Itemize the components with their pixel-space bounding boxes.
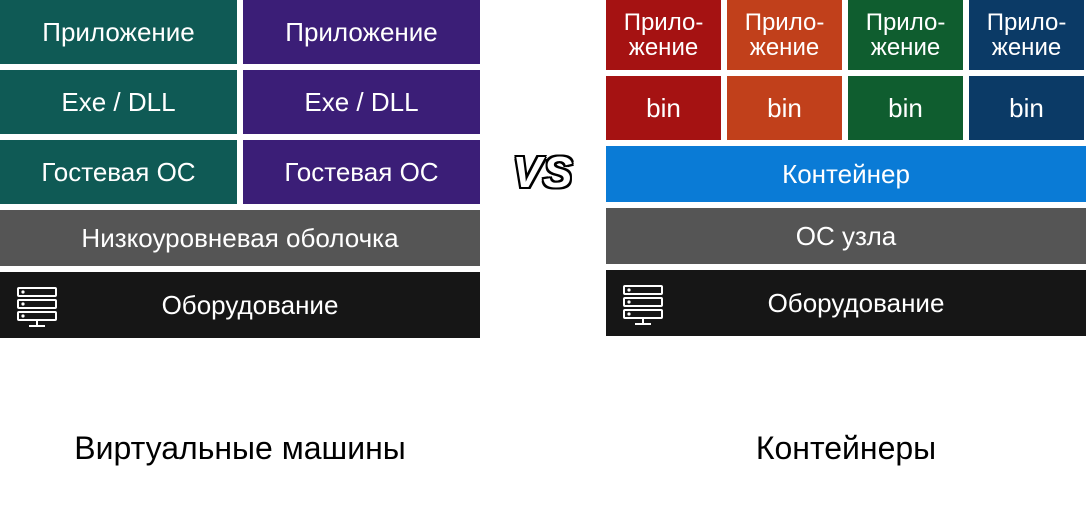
vm2-guestos-block: Гостевая ОС bbox=[243, 140, 480, 204]
host-os-block: ОС узла bbox=[606, 208, 1086, 264]
vm2-bin-block: Exe / DLL bbox=[243, 70, 480, 134]
container-block: Контейнер bbox=[606, 146, 1086, 202]
vm1-bin-block: Exe / DLL bbox=[0, 70, 237, 134]
vm-bin-row: Exe / DLL Exe / DLL bbox=[0, 70, 480, 134]
container-hardware-row: Оборудование bbox=[606, 270, 1086, 336]
container-bin-1: bin bbox=[606, 76, 721, 140]
diagram-canvas: Приложение Приложение Exe / DLL Exe / DL… bbox=[0, 0, 1086, 514]
hypervisor-block: Низкоуровневая оболочка bbox=[0, 210, 480, 266]
vm-hardware-block: Оборудование bbox=[0, 272, 480, 338]
container-hardware-label: Оборудование bbox=[690, 289, 1082, 318]
container-bin-2: bin bbox=[727, 76, 842, 140]
vm-hardware-label: Оборудование bbox=[84, 291, 476, 320]
vm-app-row: Приложение Приложение bbox=[0, 0, 480, 64]
vm2-app-block: Приложение bbox=[243, 0, 480, 64]
vm-hardware-row: Оборудование bbox=[0, 272, 480, 338]
hostos-row: ОС узла bbox=[606, 208, 1086, 264]
container-bin-4: bin bbox=[969, 76, 1084, 140]
container-title: Контейнеры bbox=[606, 430, 1086, 467]
container-app-row: Прило- жение Прило- жение Прило- жение П… bbox=[606, 0, 1086, 70]
vm-title: Виртуальные машины bbox=[0, 430, 480, 467]
container-hardware-block: Оборудование bbox=[606, 270, 1086, 336]
server-icon bbox=[14, 282, 60, 328]
vm-guestos-row: Гостевая ОС Гостевая ОС bbox=[0, 140, 480, 204]
vm-side: Приложение Приложение Exe / DLL Exe / DL… bbox=[0, 0, 480, 344]
vm-hypervisor-row: Низкоуровневая оболочка bbox=[0, 210, 480, 266]
container-layer-row: Контейнер bbox=[606, 146, 1086, 202]
container-app-4: Прило- жение bbox=[969, 0, 1084, 70]
container-app-1: Прило- жение bbox=[606, 0, 721, 70]
container-bin-3: bin bbox=[848, 76, 963, 140]
server-icon bbox=[620, 280, 666, 326]
container-app-3: Прило- жение bbox=[848, 0, 963, 70]
container-app-2: Прило- жение bbox=[727, 0, 842, 70]
vm1-guestos-block: Гостевая ОС bbox=[0, 140, 237, 204]
vm1-app-block: Приложение bbox=[0, 0, 237, 64]
container-side: Прило- жение Прило- жение Прило- жение П… bbox=[606, 0, 1086, 342]
vs-label: VS bbox=[513, 148, 574, 198]
container-bin-row: bin bin bin bin bbox=[606, 76, 1086, 140]
